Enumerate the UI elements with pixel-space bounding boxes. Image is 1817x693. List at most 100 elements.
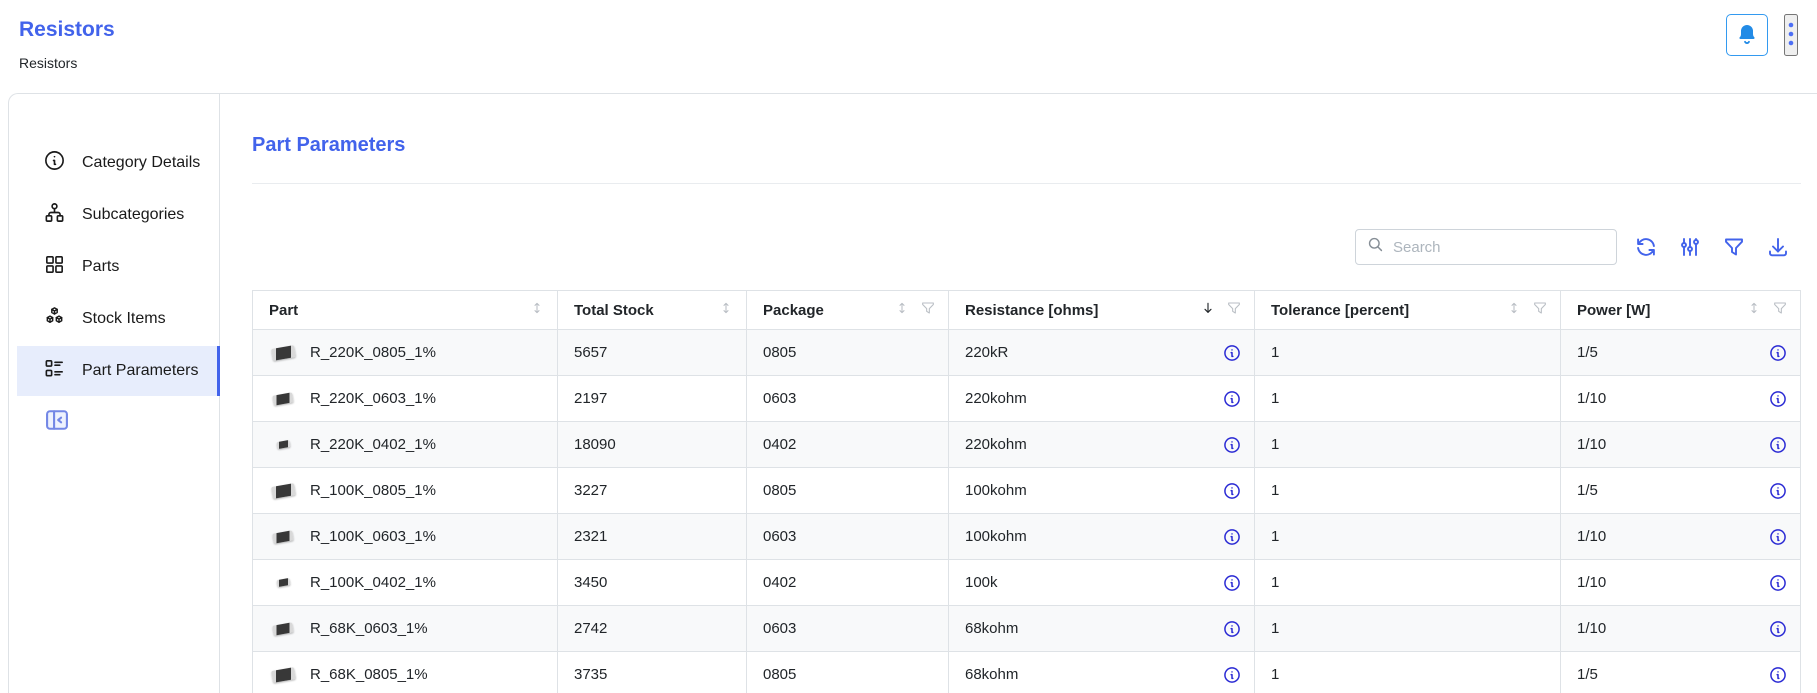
info-icon[interactable] xyxy=(1222,619,1242,639)
tolerance-cell: 1 xyxy=(1255,606,1561,652)
sidebar-item-subcategories[interactable]: Subcategories xyxy=(17,190,219,240)
info-icon[interactable] xyxy=(1222,481,1242,501)
info-icon[interactable] xyxy=(1768,343,1788,363)
part-name: R_220K_0402_1% xyxy=(310,436,436,453)
part-cell[interactable]: R_220K_0603_1% xyxy=(253,376,558,422)
part-cell[interactable]: R_100K_0805_1% xyxy=(253,468,558,514)
table-row[interactable]: R_100K_0603_1%23210603100kohm11/10 xyxy=(253,514,1801,560)
info-icon[interactable] xyxy=(1222,389,1242,409)
sort-icon[interactable] xyxy=(1746,300,1762,320)
part-cell[interactable]: R_100K_0603_1% xyxy=(253,514,558,560)
filter-button[interactable] xyxy=(1722,235,1746,259)
info-icon[interactable] xyxy=(1222,527,1242,547)
tolerance-cell: 1 xyxy=(1255,468,1561,514)
info-icon[interactable] xyxy=(1768,573,1788,593)
breadcrumb[interactable]: Resistors xyxy=(19,55,1817,71)
column-filter-icon[interactable] xyxy=(1772,300,1788,320)
power-value: 1/5 xyxy=(1577,666,1768,683)
sort-icon[interactable] xyxy=(529,300,545,320)
sidebar-collapse-icon xyxy=(43,422,71,437)
download-icon xyxy=(1766,247,1790,262)
sidebar-item-category-details[interactable]: Category Details xyxy=(17,138,219,188)
column-header-resistance[interactable]: Resistance [ohms] xyxy=(949,291,1255,330)
table-row[interactable]: R_100K_0805_1%32270805100kohm11/5 xyxy=(253,468,1801,514)
sort-icon[interactable] xyxy=(1506,300,1522,320)
info-icon[interactable] xyxy=(1222,343,1242,363)
info-icon[interactable] xyxy=(1768,619,1788,639)
download-button[interactable] xyxy=(1766,235,1790,259)
package-cell: 0603 xyxy=(747,606,949,652)
sort-icon[interactable] xyxy=(718,300,734,320)
total-stock-value: 2742 xyxy=(574,620,607,637)
table-row[interactable]: R_100K_0402_1%34500402100k11/10 xyxy=(253,560,1801,606)
sidebar-item-part-parameters[interactable]: Part Parameters xyxy=(17,346,219,396)
info-icon[interactable] xyxy=(1768,435,1788,455)
part-name: R_220K_0603_1% xyxy=(310,390,436,407)
power-cell: 1/10 xyxy=(1561,606,1801,652)
column-filter-icon[interactable] xyxy=(1226,300,1242,320)
resistance-cell: 220kohm xyxy=(949,376,1255,422)
part-name: R_220K_0805_1% xyxy=(310,344,436,361)
column-header-tolerance[interactable]: Tolerance [percent] xyxy=(1255,291,1561,330)
table-body: R_220K_0805_1%56570805220kR11/5 R_220K_06… xyxy=(253,330,1801,693)
sidebar-item-stock-items[interactable]: Stock Items xyxy=(17,294,219,344)
table-row[interactable]: R_220K_0603_1%21970603220kohm11/10 xyxy=(253,376,1801,422)
column-header-total-stock[interactable]: Total Stock xyxy=(558,291,747,330)
tolerance-value: 1 xyxy=(1271,344,1279,361)
column-settings-button[interactable] xyxy=(1678,235,1702,259)
table-row[interactable]: R_68K_0805_1%3735080568kohm11/5 xyxy=(253,652,1801,693)
column-header-part[interactable]: Part xyxy=(253,291,558,330)
section-title: Part Parameters xyxy=(252,133,1801,157)
table-header-row: Part Total Stock Package xyxy=(253,291,1801,330)
package-cell: 0603 xyxy=(747,376,949,422)
notifications-button[interactable] xyxy=(1726,14,1768,56)
info-icon[interactable] xyxy=(1768,665,1788,685)
part-name: R_68K_0805_1% xyxy=(310,666,428,683)
sort-icon[interactable] xyxy=(894,300,910,320)
total-stock-value: 3450 xyxy=(574,574,607,591)
table-row[interactable]: R_220K_0805_1%56570805220kR11/5 xyxy=(253,330,1801,376)
table-row[interactable]: R_68K_0603_1%2742060368kohm11/10 xyxy=(253,606,1801,652)
search-input[interactable] xyxy=(1393,239,1606,256)
info-icon[interactable] xyxy=(1222,665,1242,685)
resistance-value: 68kohm xyxy=(965,666,1222,683)
dots-vertical-icon xyxy=(1785,20,1797,51)
part-thumbnail xyxy=(269,339,297,367)
resistance-value: 220kohm xyxy=(965,390,1222,407)
part-cell[interactable]: R_100K_0402_1% xyxy=(253,560,558,606)
info-icon[interactable] xyxy=(1222,435,1242,455)
sidebar-item-parts[interactable]: Parts xyxy=(17,242,219,292)
table-toolbar xyxy=(252,229,1801,265)
power-value: 1/10 xyxy=(1577,574,1768,591)
sort-desc-icon[interactable] xyxy=(1200,300,1216,320)
power-value: 1/10 xyxy=(1577,620,1768,637)
part-cell[interactable]: R_68K_0603_1% xyxy=(253,606,558,652)
total-stock-cell: 18090 xyxy=(558,422,747,468)
table-row[interactable]: R_220K_0402_1%180900402220kohm11/10 xyxy=(253,422,1801,468)
part-cell[interactable]: R_220K_0805_1% xyxy=(253,330,558,376)
column-header-power[interactable]: Power [W] xyxy=(1561,291,1801,330)
part-cell[interactable]: R_220K_0402_1% xyxy=(253,422,558,468)
info-icon[interactable] xyxy=(1768,481,1788,501)
part-thumbnail xyxy=(269,661,297,689)
sidebar-item-label: Category Details xyxy=(82,154,200,172)
menu-button[interactable] xyxy=(1784,14,1798,56)
info-icon[interactable] xyxy=(1222,573,1242,593)
sidebar-collapse-button[interactable] xyxy=(43,406,71,434)
power-value: 1/10 xyxy=(1577,390,1768,407)
info-icon[interactable] xyxy=(1768,527,1788,547)
package-cell: 0805 xyxy=(747,652,949,693)
part-cell[interactable]: R_68K_0805_1% xyxy=(253,652,558,693)
part-thumbnail xyxy=(269,477,297,505)
info-icon[interactable] xyxy=(1768,389,1788,409)
column-filter-icon[interactable] xyxy=(920,300,936,320)
info-circle-icon xyxy=(43,149,66,177)
grid-icon xyxy=(43,253,66,281)
sitemap-icon xyxy=(43,201,66,229)
power-cell: 1/5 xyxy=(1561,652,1801,693)
column-filter-icon[interactable] xyxy=(1532,300,1548,320)
resistance-value: 220kohm xyxy=(965,436,1222,453)
column-header-package[interactable]: Package xyxy=(747,291,949,330)
refresh-button[interactable] xyxy=(1634,235,1658,259)
package-cell: 0402 xyxy=(747,422,949,468)
